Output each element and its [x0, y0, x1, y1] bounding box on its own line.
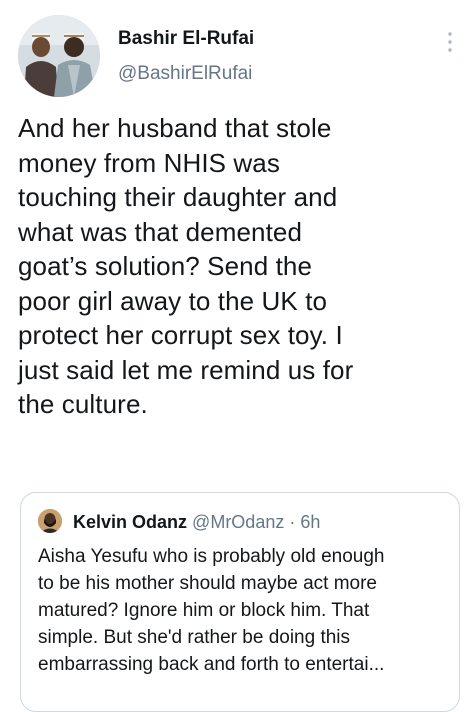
quoted-tweet-timestamp: 6h — [300, 512, 321, 532]
quoted-text-line: to be his mother should maybe act more — [38, 573, 378, 594]
quoted-author-avatar — [38, 509, 62, 533]
author-info: Bashir El-Rufai @BashirElRufai — [118, 27, 254, 86]
tweet-text-line: what was that demented — [18, 216, 303, 247]
quoted-author-handle: @MrOdanz — [192, 512, 285, 532]
tweet: Bashir El-Rufai @BashirElRufai And her h… — [0, 0, 470, 712]
tweet-text: And her husband that stole money from NH… — [18, 111, 458, 422]
tweet-text-line: money from NHIS was — [18, 147, 280, 178]
tweet-text-line: And her husband that stole — [18, 113, 332, 143]
user-avatar-photo-icon — [38, 509, 62, 533]
user-avatar-photo-icon — [18, 15, 100, 97]
author-avatar[interactable] — [18, 15, 100, 97]
quoted-tweet-text: Aisha Yesufu who is probably old enough … — [38, 543, 453, 678]
more-options-button[interactable] — [440, 28, 460, 56]
quoted-text-line: embarrassing back and forth to entertai.… — [38, 654, 385, 675]
quoted-tweet-card[interactable]: Kelvin Odanz @MrOdanz · 6h Aisha Yesufu … — [20, 492, 460, 712]
tweet-text-line: the culture. — [18, 389, 148, 419]
tweet-text-line: goat’s solution? Send the — [18, 251, 313, 281]
quoted-author-display-name: Kelvin Odanz — [73, 512, 188, 532]
quoted-text-line: Aisha Yesufu who is probably old enough — [38, 546, 385, 567]
tweet-text-line: protect her corrupt sex toy. I — [18, 320, 343, 350]
quoted-text-line: matured? Ignore him or block him. That — [38, 600, 370, 621]
author-handle[interactable]: @BashirElRufai — [118, 62, 254, 86]
more-vertical-icon — [448, 32, 452, 52]
tweet-text-line: poor girl away to the UK to — [18, 285, 328, 316]
separator-dot: · — [289, 512, 296, 532]
author-display-name[interactable]: Bashir El-Rufai — [118, 27, 254, 51]
tweet-text-line: touching their daughter and — [18, 182, 338, 212]
quoted-tweet-header: Kelvin Odanz @MrOdanz · 6h — [73, 510, 320, 534]
tweet-text-line: just said let me remind us for — [18, 354, 354, 385]
quoted-text-line: simple. But she'd rather be doing this — [38, 627, 351, 648]
